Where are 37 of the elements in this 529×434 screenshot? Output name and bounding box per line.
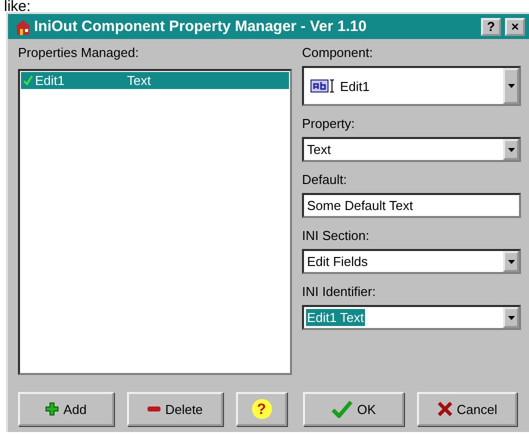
edit-control-icon [310,78,336,94]
field-label: INI Section: [302,228,370,245]
plus-icon [45,402,60,416]
dropdown-arrow-button[interactable] [503,251,519,272]
dropdown-field[interactable]: Edit1 [302,66,521,106]
window-title: IniOut Component Property Manager - Ver 1.10 [34,18,368,35]
property-cell: Text [127,73,151,88]
dropdown-arrow-button[interactable] [503,307,519,328]
dropdown-field[interactable]: Edit Fields [302,249,521,274]
caption-text: like: [3,0,32,12]
caret-icon [508,316,514,320]
dropdown-field[interactable]: Text [302,137,521,162]
text-field[interactable]: Some Default Text [302,193,521,218]
help-button[interactable]: ? [236,392,287,426]
delete-button[interactable]: Delete [127,392,223,426]
house-icon [14,18,32,36]
caret-icon [508,260,514,264]
dropdown-field[interactable]: Edit1 Text [302,305,521,330]
list-label: Properties Managed: [18,45,140,62]
field-label: Default: [302,172,348,189]
list-row[interactable]: Edit1 Text [21,72,289,89]
help-button[interactable]: ? [481,18,501,36]
dropdown-arrow-button[interactable] [503,68,519,104]
check-icon [331,400,354,418]
dropdown-arrow-button[interactable] [503,139,519,160]
field-label: Component: [302,45,374,62]
cross-icon [436,401,453,417]
component-cell-text: Edit1 [35,73,66,88]
ok-button[interactable]: OK [303,392,404,426]
minus-icon [147,406,162,412]
caret-icon [508,148,514,152]
close-button[interactable]: × [505,18,525,36]
caret-icon [508,84,514,88]
cancel-button[interactable]: Cancel [417,392,517,426]
add-button[interactable]: Add [18,392,114,426]
field-label: INI Identifier: [302,284,377,301]
field-label: Property: [302,116,356,133]
